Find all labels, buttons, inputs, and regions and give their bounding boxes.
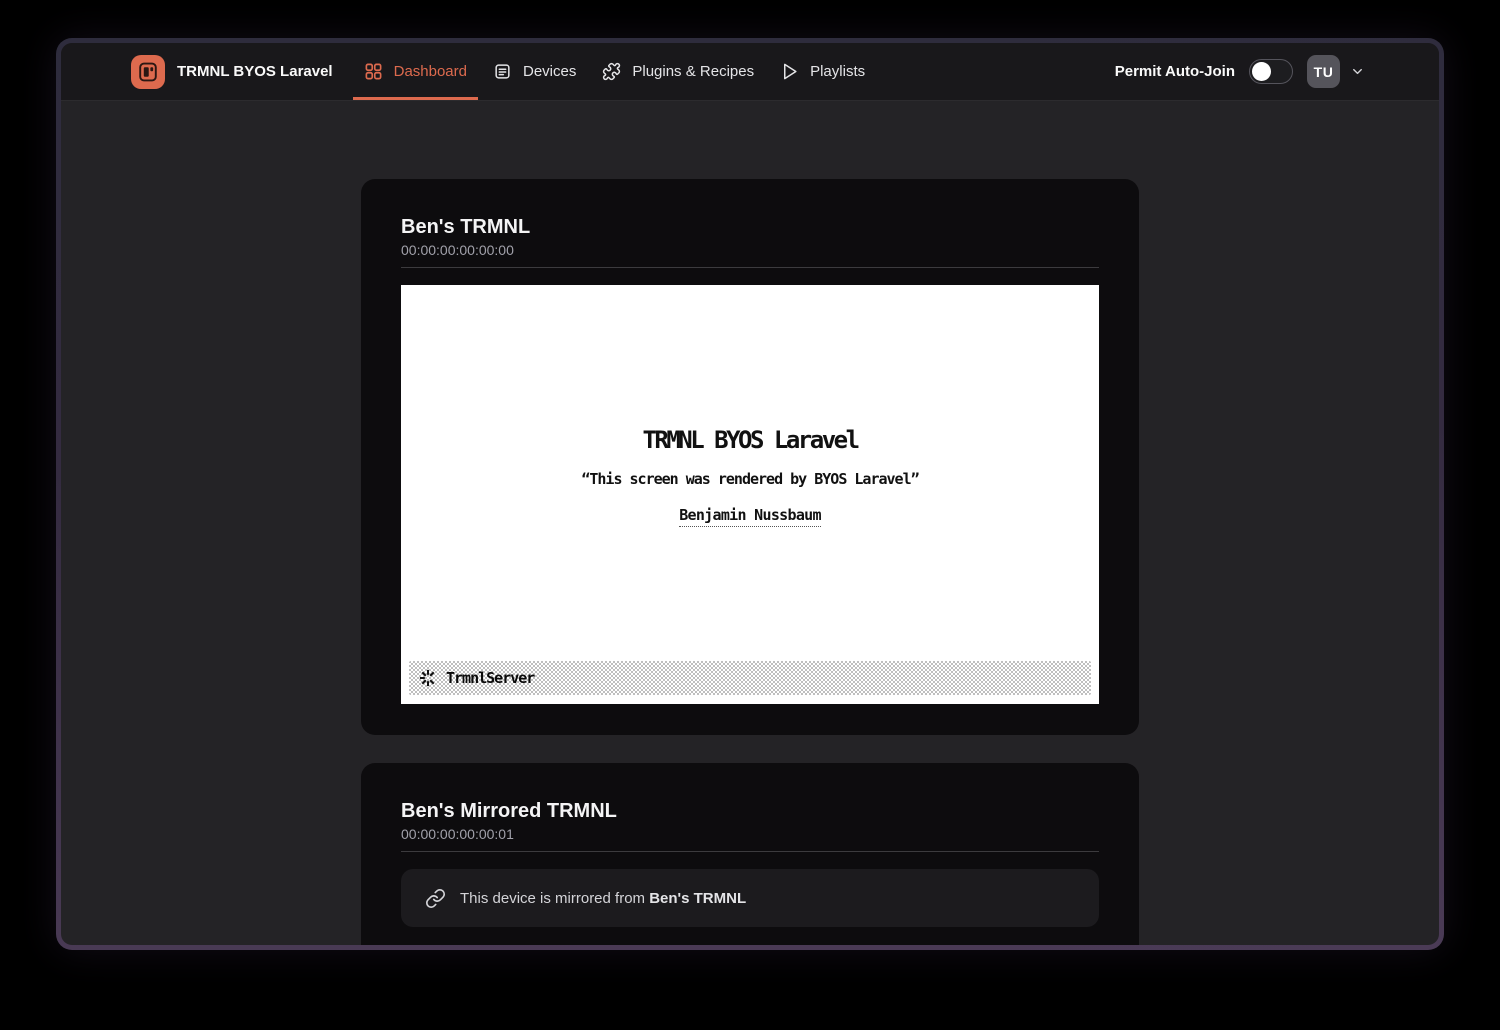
chevron-down-icon	[1350, 64, 1365, 79]
app-window: TRMNL BYOS Laravel Dashboard	[56, 38, 1444, 950]
navbar-spacer	[876, 43, 1115, 100]
screen-heading: TRMNL BYOS Laravel	[401, 427, 1099, 454]
trmnl-logo	[131, 55, 165, 89]
trmnl-device-icon	[137, 61, 159, 83]
permit-auto-join-toggle[interactable]	[1249, 59, 1293, 84]
device-screen-preview: TRMNL BYOS Laravel “This screen was rend…	[401, 285, 1099, 704]
mirror-source-device: Ben's TRMNL	[649, 890, 746, 907]
mirror-notice: This device is mirrored from Ben's TRMNL	[401, 869, 1099, 927]
puzzle-icon	[602, 62, 621, 81]
window-content: TRMNL BYOS Laravel Dashboard	[61, 43, 1439, 945]
nav-item-label: Plugins & Recipes	[632, 63, 754, 80]
device-name: Ben's Mirrored TRMNL	[401, 799, 1099, 823]
mirror-notice-prefix: This device is mirrored from	[460, 890, 649, 907]
permit-auto-join-label: Permit Auto-Join	[1115, 63, 1235, 80]
spinner-icon	[419, 669, 437, 687]
nav-item-plugins-recipes[interactable]: Plugins & Recipes	[591, 43, 765, 100]
primary-nav: Dashboard Devices	[353, 43, 877, 100]
screen-status-label: TrmnlServer	[446, 669, 534, 687]
nav-item-label: Playlists	[810, 63, 865, 80]
divider	[401, 267, 1099, 268]
nav-item-label: Dashboard	[394, 63, 467, 80]
divider	[401, 851, 1099, 852]
grid-icon	[364, 62, 383, 81]
nav-item-label: Devices	[523, 63, 576, 80]
device-name: Ben's TRMNL	[401, 215, 1099, 239]
screen-text-block: TRMNL BYOS Laravel “This screen was rend…	[401, 427, 1099, 527]
link-icon	[425, 888, 446, 909]
nav-item-playlists[interactable]: Playlists	[769, 43, 876, 100]
top-navbar: TRMNL BYOS Laravel Dashboard	[61, 43, 1439, 101]
screen-quote: “This screen was rendered by BYOS Larave…	[401, 470, 1099, 488]
device-card-bens-mirrored-trmnl: Ben's Mirrored TRMNL 00:00:00:00:00:01 T…	[361, 763, 1139, 945]
play-icon	[780, 62, 799, 81]
navbar-right-cluster: Permit Auto-Join TU	[1115, 43, 1365, 100]
avatar: TU	[1307, 55, 1340, 88]
brand-home-link[interactable]: TRMNL BYOS Laravel	[131, 43, 333, 100]
nav-item-dashboard[interactable]: Dashboard	[353, 43, 478, 100]
notepad-icon	[493, 62, 512, 81]
screen-author-link: Benjamin Nussbaum	[679, 506, 821, 527]
user-menu-button[interactable]: TU	[1307, 55, 1365, 88]
device-mac-address: 00:00:00:00:00:00	[401, 241, 1099, 259]
dashboard-content: Ben's TRMNL 00:00:00:00:00:00 TRMNL BYOS…	[61, 101, 1439, 945]
screen-status-bar: TrmnlServer	[409, 661, 1091, 695]
brand-title: TRMNL BYOS Laravel	[177, 63, 333, 80]
device-mac-address: 00:00:00:00:00:01	[401, 825, 1099, 843]
device-card-bens-trmnl: Ben's TRMNL 00:00:00:00:00:00 TRMNL BYOS…	[361, 179, 1139, 735]
nav-item-devices[interactable]: Devices	[482, 43, 587, 100]
toggle-knob	[1252, 62, 1271, 81]
mirror-notice-text: This device is mirrored from Ben's TRMNL	[460, 890, 746, 907]
